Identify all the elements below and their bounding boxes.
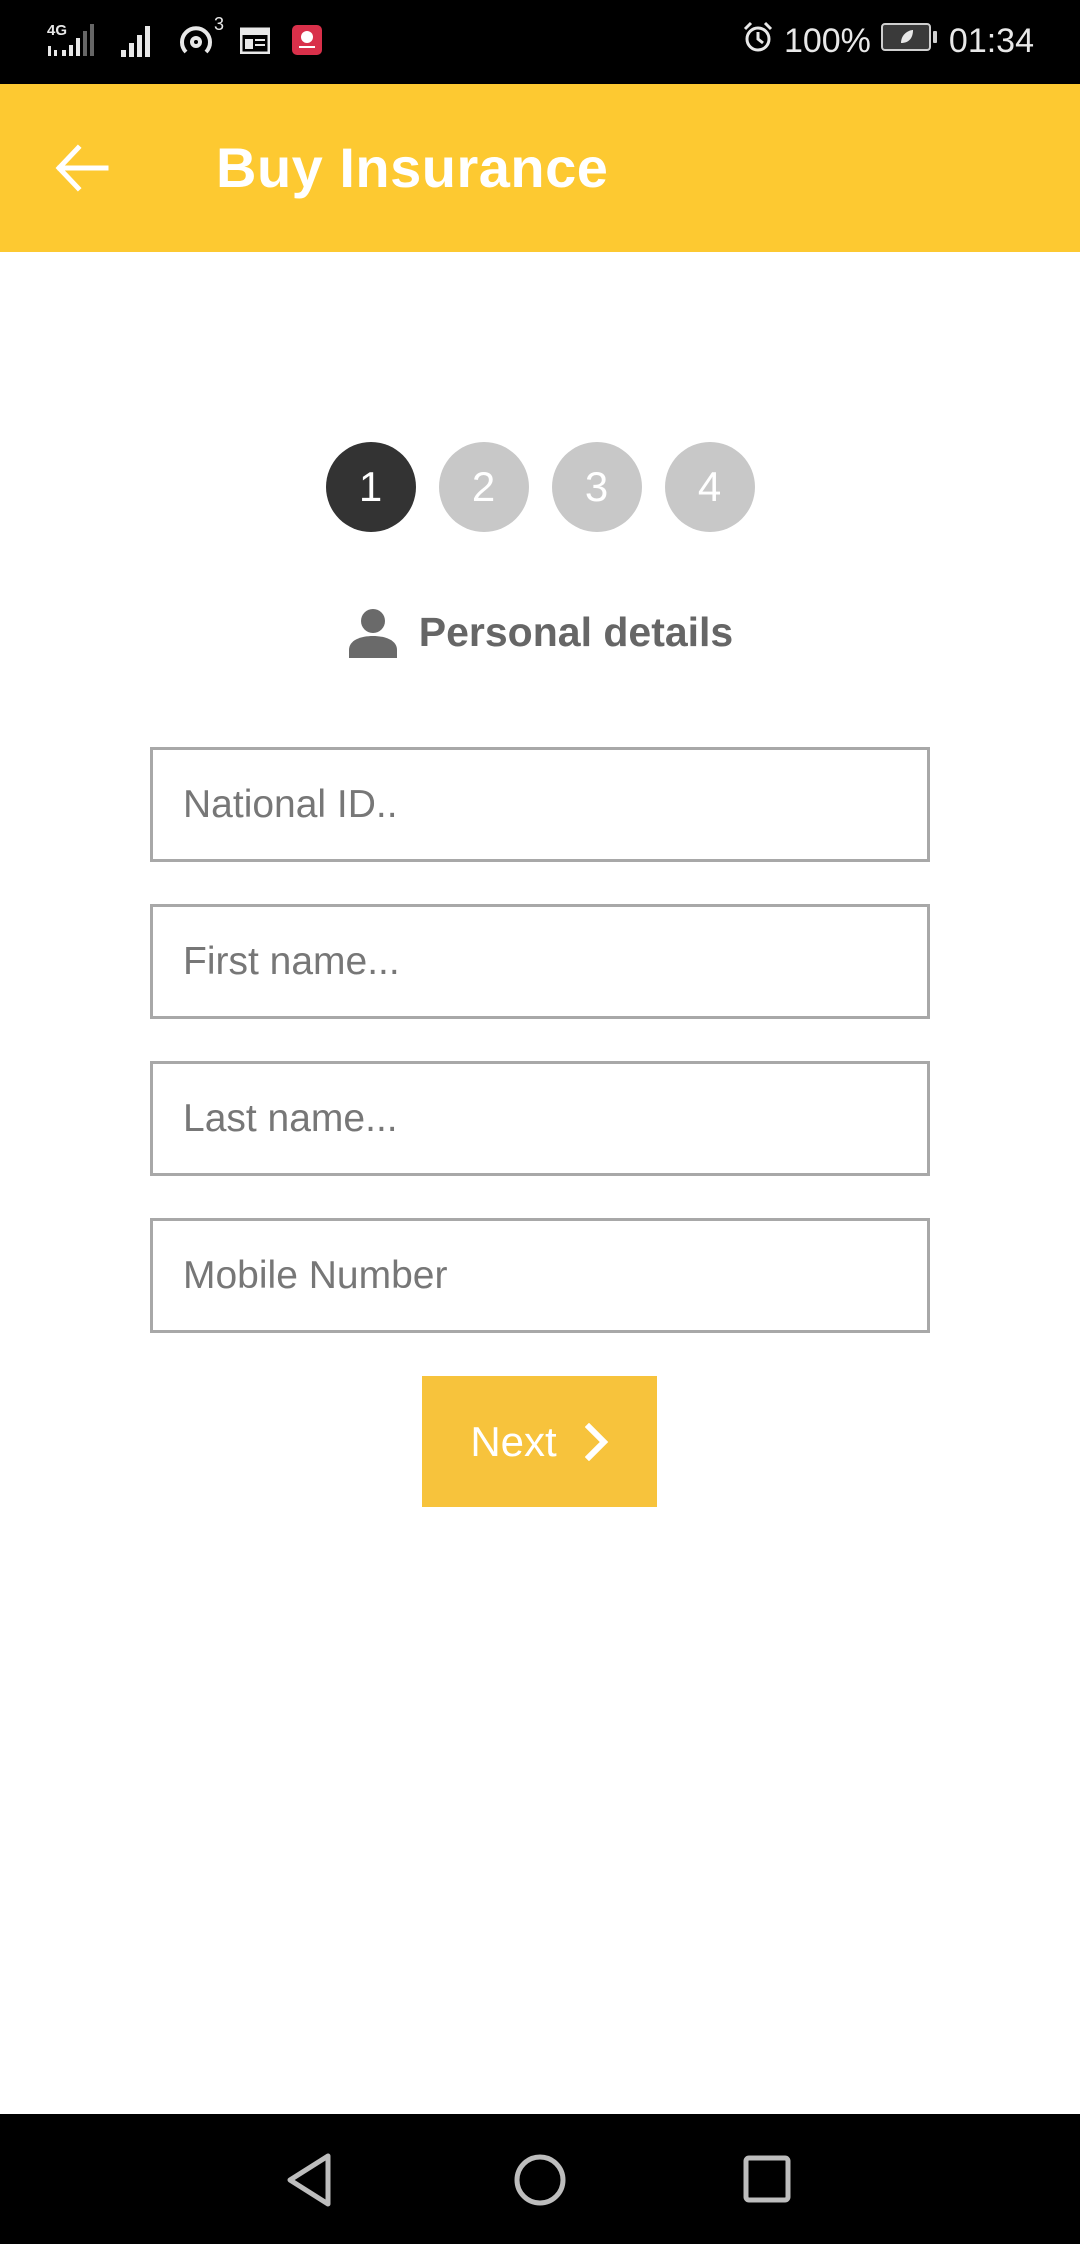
- network-type-label: 4G: [47, 22, 67, 39]
- mobile-number-input[interactable]: [150, 1218, 930, 1333]
- step-label: 3: [584, 463, 609, 510]
- step-1[interactable]: 1: [325, 442, 416, 532]
- huawei-app-icon: [292, 24, 322, 60]
- alarm-icon: [742, 21, 774, 62]
- screen: 4G 3 100% 01:34 Buy Insurance 1 2 3 4 Pe…: [0, 0, 1080, 2244]
- signal-4g-icon: 4G: [46, 20, 98, 65]
- national-id-input[interactable]: [150, 747, 930, 862]
- battery-percent: 100%: [783, 21, 871, 60]
- next-button-label: Next: [470, 1417, 557, 1465]
- nav-recents-button[interactable]: [740, 2152, 796, 2208]
- nav-home-button[interactable]: [512, 2152, 568, 2208]
- status-bar: 4G 3 100% 01:34: [0, 0, 1080, 84]
- battery-saver-icon: [880, 22, 939, 61]
- section-title: Personal details: [418, 608, 734, 655]
- next-button[interactable]: Next: [422, 1376, 657, 1507]
- first-name-input[interactable]: [150, 904, 930, 1019]
- clock-time: 01:34: [948, 21, 1034, 60]
- step-2[interactable]: 2: [438, 442, 529, 532]
- personal-details-form: [150, 747, 930, 1375]
- system-nav-bar: [0, 2114, 1080, 2244]
- step-label: 4: [697, 463, 722, 510]
- recents-nav-icon: [743, 2155, 791, 2203]
- step-label: 2: [471, 463, 496, 510]
- calendar-icon: [239, 26, 271, 59]
- home-nav-icon: [514, 2154, 566, 2206]
- signal-icon: [120, 22, 156, 63]
- app-bar: Buy Insurance: [0, 84, 1080, 252]
- arrow-left-icon: [55, 144, 109, 192]
- last-name-input[interactable]: [150, 1061, 930, 1176]
- step-4[interactable]: 4: [664, 442, 755, 532]
- hotspot-icon: 3: [178, 14, 224, 65]
- status-bar-right: 100% 01:34: [742, 18, 1034, 64]
- chevron-right-icon: [584, 1422, 608, 1461]
- step-label: 1: [358, 463, 383, 510]
- back-nav-icon: [287, 2153, 331, 2207]
- hotspot-count: 3: [214, 13, 225, 34]
- status-bar-left: 4G 3: [46, 14, 322, 65]
- stepper: 1 2 3 4: [0, 442, 1080, 532]
- person-icon: [348, 609, 397, 658]
- back-button[interactable]: [40, 128, 124, 208]
- nav-back-button[interactable]: [284, 2152, 340, 2208]
- section-header: Personal details: [0, 606, 1080, 658]
- step-3[interactable]: 3: [551, 442, 642, 532]
- page-title: Buy Insurance: [216, 136, 609, 199]
